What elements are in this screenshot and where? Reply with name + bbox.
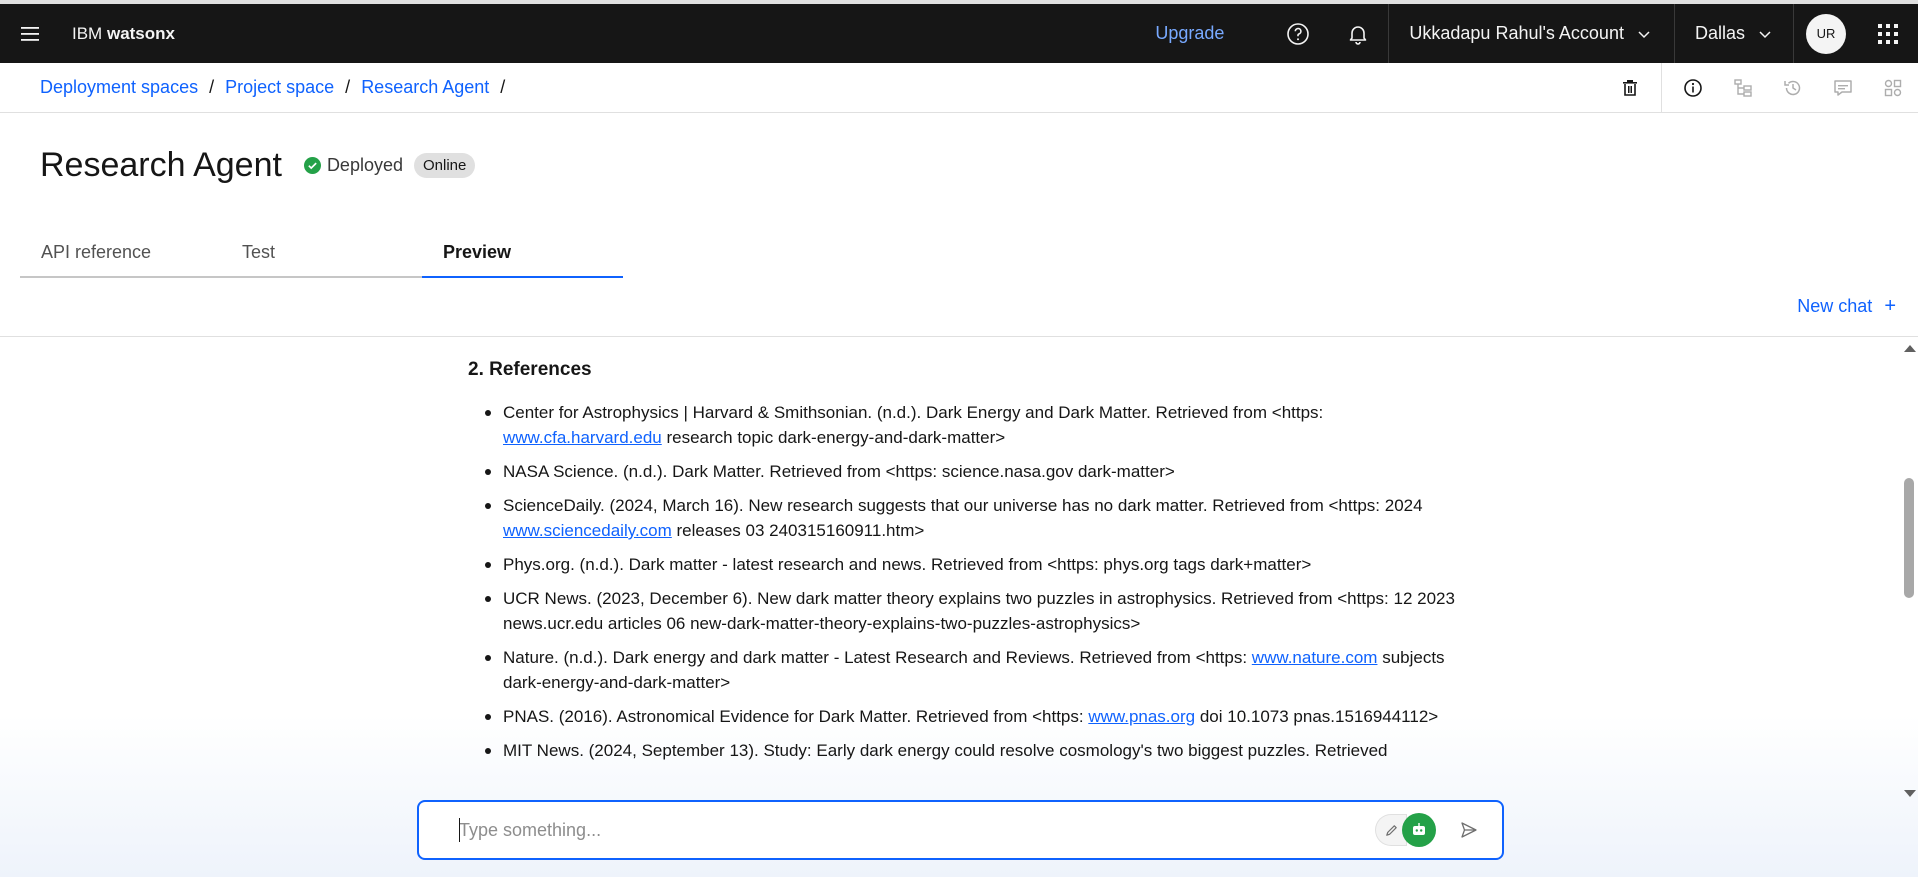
reference-item: NASA Science. (n.d.). Dark Matter. Retri… [468,459,1460,484]
reference-link[interactable]: www.cfa.harvard.edu [503,428,662,447]
title-row: Research Agent Deployed Online [40,146,476,185]
reference-item: Center for Astrophysics | Harvard & Smit… [468,400,1460,450]
toolbar [1605,63,1918,113]
chat-input-container [417,800,1504,860]
tab-preview[interactable]: Preview [422,236,623,278]
breadcrumb-research-agent[interactable]: Research Agent [361,77,489,98]
reference-text: MIT News. (2024, September 13). Study: E… [503,741,1388,760]
top-header: IBM watsonx Upgrade Ukkadapu Rahul's Acc… [0,0,1918,63]
account-name: Ukkadapu Rahul's Account [1409,23,1624,43]
scrollbar[interactable] [1900,341,1918,797]
chevron-down-icon [1638,30,1650,38]
deployment-status: Deployed [303,155,403,176]
chat-panel: 2. References Center for Astrophysics | … [0,337,1918,877]
scroll-down-arrow[interactable] [1904,790,1916,797]
tab-api-reference[interactable]: API reference [20,236,221,278]
reference-text: NASA Science. (n.d.). Dark Matter. Retri… [503,462,1175,481]
reference-text: doi 10.1073 pnas.1516944112> [1195,707,1439,726]
new-chat-button[interactable]: New chat + [1797,295,1896,318]
menu-icon[interactable] [0,4,60,63]
tab-list: API reference Test Preview [20,236,623,278]
reference-item: PNAS. (2016). Astronomical Evidence for … [468,704,1460,729]
chevron-down-icon [1759,30,1771,38]
reference-item: UCR News. (2023, December 6). New dark m… [468,586,1460,636]
region-name: Dallas [1694,23,1745,43]
bot-icon[interactable] [1402,813,1436,847]
region-switcher[interactable]: Dallas [1675,4,1793,63]
chat-message: 2. References Center for Astrophysics | … [468,359,1460,772]
send-icon[interactable] [1454,815,1484,845]
reference-text: UCR News. (2023, December 6). New dark m… [503,589,1455,633]
reference-item: Phys.org. (n.d.). Dark matter - latest r… [468,552,1460,577]
breadcrumb-deployment-spaces[interactable]: Deployment spaces [40,77,198,98]
tab-test[interactable]: Test [221,236,422,278]
breadcrumb-separator: / [500,77,506,97]
mode-toggle[interactable] [1376,813,1436,847]
status-text: Deployed [326,155,403,175]
grid-icon[interactable] [1868,63,1918,113]
scroll-up-arrow[interactable] [1904,345,1916,352]
scrollbar-thumb[interactable] [1904,478,1914,598]
product-name[interactable]: IBM watsonx [72,24,175,44]
breadcrumb: Deployment spaces / Project space / Rese… [40,77,516,98]
checkmark-icon [303,157,321,174]
brand-prefix: IBM [72,23,103,43]
text-caret [459,818,460,842]
info-icon[interactable] [1668,63,1718,113]
reference-link[interactable]: www.nature.com [1252,648,1378,667]
reference-text: PNAS. (2016). Astronomical Evidence for … [503,707,1089,726]
comment-icon[interactable] [1818,63,1868,113]
reference-link[interactable]: www.pnas.org [1088,707,1195,726]
account-switcher[interactable]: Ukkadapu Rahul's Account [1389,4,1674,63]
app-switcher-icon[interactable] [1858,4,1918,63]
notification-icon[interactable] [1328,4,1388,63]
reference-text: ScienceDaily. (2024, March 16). New rese… [503,496,1423,515]
reference-link[interactable]: www.sciencedaily.com [503,521,672,540]
upgrade-link[interactable]: Upgrade [1155,23,1224,44]
brand-name: watsonx [106,23,175,43]
reference-item: Nature. (n.d.). Dark energy and dark mat… [468,645,1460,695]
breadcrumb-bar: Deployment spaces / Project space / Rese… [0,63,1918,113]
breadcrumb-project-space[interactable]: Project space [225,77,334,98]
reference-text: research topic dark-energy-and-dark-matt… [661,428,1006,447]
section-heading: 2. References [468,359,592,380]
new-chat-label: New chat [1797,296,1873,316]
breadcrumb-separator: / [345,77,351,97]
reference-text: releases 03 240315160911.htm> [671,521,925,540]
history-icon[interactable] [1768,63,1818,113]
trash-icon[interactable] [1605,63,1655,113]
reference-text: Center for Astrophysics | Harvard & Smit… [503,403,1324,422]
page-title: Research Agent [40,146,282,184]
reference-item: MIT News. (2024, September 13). Study: E… [468,738,1460,763]
help-icon[interactable] [1268,4,1328,63]
reference-list: Center for Astrophysics | Harvard & Smit… [468,400,1460,763]
toolbar-divider [1661,63,1662,113]
reference-text: Phys.org. (n.d.). Dark matter - latest r… [503,555,1312,574]
status-badge: Online [414,153,476,178]
reference-text: Nature. (n.d.). Dark energy and dark mat… [503,648,1252,667]
breadcrumb-separator: / [209,77,215,97]
plus-icon: + [1884,295,1896,317]
header-divider [1793,4,1794,63]
hierarchy-icon[interactable] [1718,63,1768,113]
avatar[interactable]: UR [1806,13,1846,54]
chat-input[interactable] [419,819,1376,841]
reference-item: ScienceDaily. (2024, March 16). New rese… [468,493,1460,543]
